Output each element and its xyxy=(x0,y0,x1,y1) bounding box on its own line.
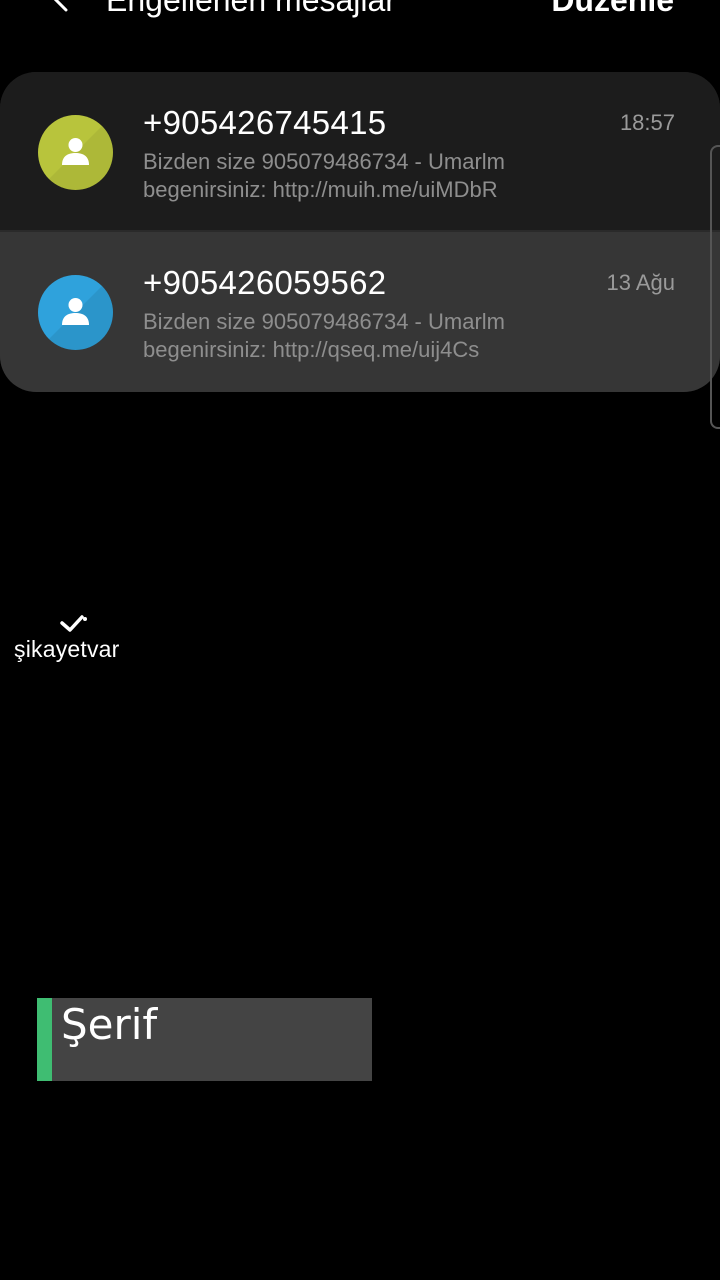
checkmark-logo-icon xyxy=(60,615,87,632)
chevron-left-icon xyxy=(53,0,68,12)
preview-line: begenirsiniz: http://muih.me/uiMDbR xyxy=(143,177,498,202)
edit-button[interactable]: Düzenle xyxy=(551,0,674,19)
preview-line: begenirsiniz: http://qseq.me/uij4Cs xyxy=(143,337,480,362)
preview-line: Bizden size 905079486734 - Umarlm xyxy=(143,149,505,174)
preview-line: Bizden size 905079486734 - Umarlm xyxy=(143,309,505,334)
message-preview: Bizden size 905079486734 - Umarlm begeni… xyxy=(143,308,643,364)
message-time: 13 Ağu xyxy=(606,270,675,295)
watermark-text: şikayetvar xyxy=(14,636,120,662)
message-preview: Bizden size 905079486734 - Umarlm begeni… xyxy=(143,148,643,204)
avatar xyxy=(38,275,113,350)
back-button[interactable] xyxy=(44,0,84,20)
person-icon xyxy=(38,275,113,350)
sender-number: +905426745415 xyxy=(143,104,387,141)
app-header: Engellenen mesajlar Düzenle xyxy=(0,0,720,30)
message-item[interactable]: +905426059562 13 Ağu Bizden size 9050794… xyxy=(0,232,720,392)
message-item[interactable]: +905426745415 18:57 Bizden size 90507948… xyxy=(0,72,720,232)
caption-box: Şerif xyxy=(37,998,372,1081)
page-title: Engellenen mesajlar xyxy=(106,0,396,18)
watermark-logo: şikayetvar xyxy=(14,614,139,664)
caption-accent-bar xyxy=(37,998,52,1081)
caption-text: Şerif xyxy=(61,1000,158,1049)
avatar xyxy=(38,115,113,190)
blocked-message-list: +905426745415 18:57 Bizden size 90507948… xyxy=(0,72,720,392)
sender-number: +905426059562 xyxy=(143,264,387,301)
message-time: 18:57 xyxy=(619,110,675,135)
person-icon xyxy=(38,115,113,190)
scroll-indicator[interactable] xyxy=(710,145,720,429)
